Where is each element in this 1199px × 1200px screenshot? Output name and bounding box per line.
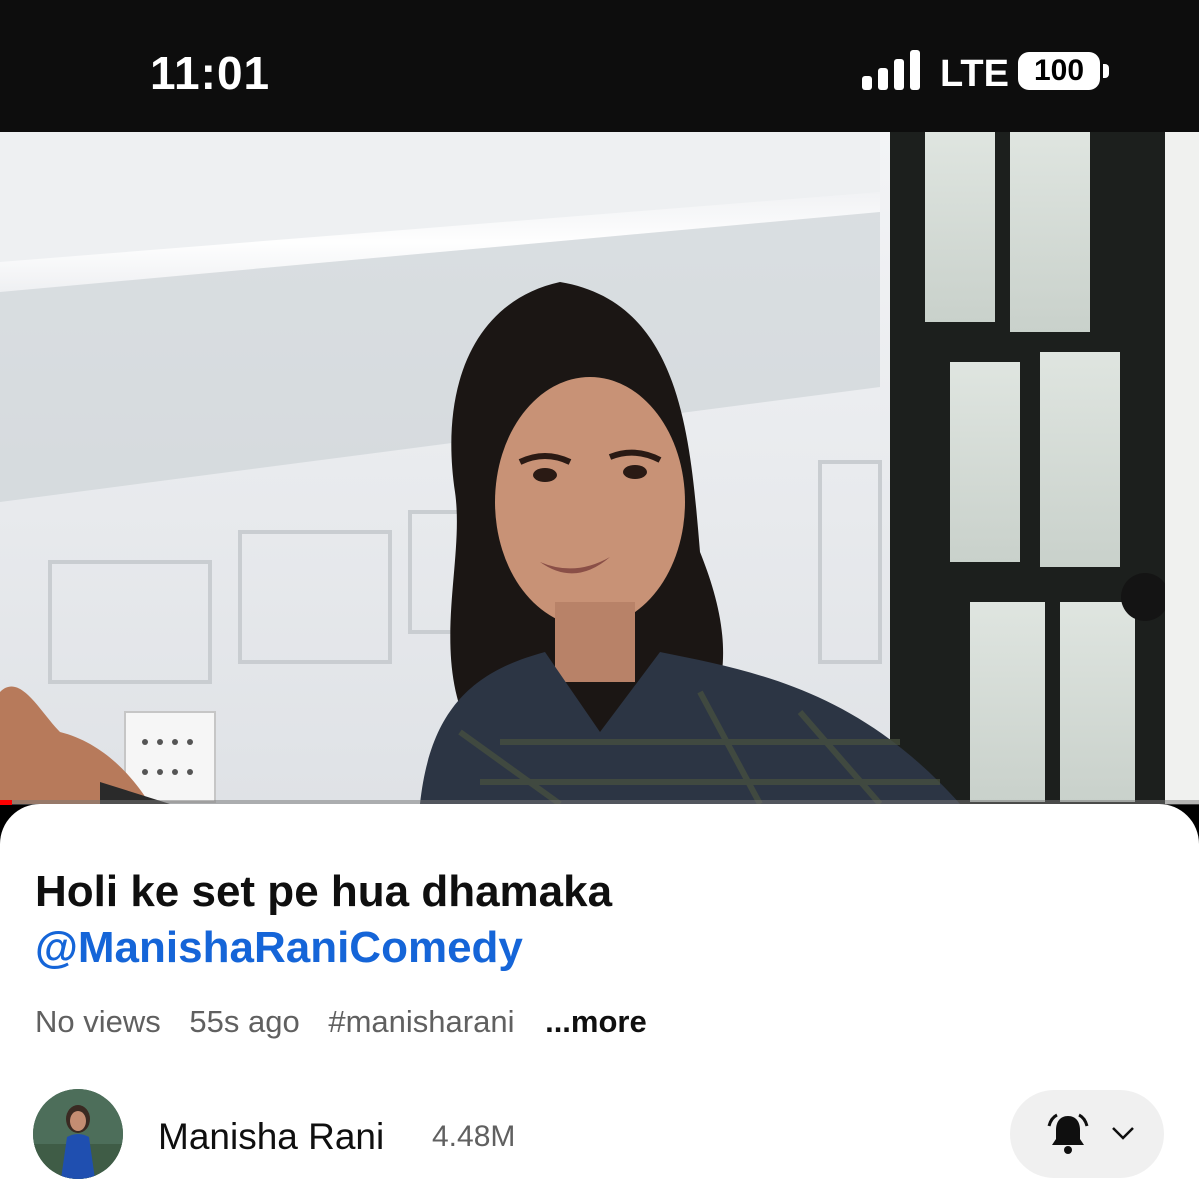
chevron-down-icon (1112, 1127, 1134, 1140)
avatar-image (33, 1089, 123, 1179)
bell-icon (1047, 1113, 1089, 1154)
battery-icon: 100 (1018, 52, 1100, 90)
avatar[interactable] (33, 1089, 123, 1179)
subscription-button[interactable] (1010, 1090, 1164, 1178)
upload-age: 55s ago (189, 1004, 300, 1039)
battery-tip (1103, 64, 1109, 78)
status-time: 11:01 (150, 47, 271, 99)
channel-name[interactable]: Manisha Rani (158, 1116, 384, 1158)
video-meta: No views 55s ago #manisharani ...more (35, 1004, 667, 1040)
progress-fill (0, 800, 12, 805)
cellular-signal-icon (862, 50, 920, 90)
video-frame (0, 132, 1199, 804)
video-title: Holi ke set pe hua dhamaka @ManishaRaniC… (35, 864, 1155, 976)
channel-mention-link[interactable]: @ManishaRaniComedy (35, 920, 1155, 976)
view-count: No views (35, 1004, 161, 1039)
video-info-panel: Holi ke set pe hua dhamaka @ManishaRaniC… (0, 804, 1199, 1200)
hashtag-link[interactable]: #manisharani (328, 1004, 514, 1039)
video-player[interactable] (0, 132, 1199, 804)
network-type: LTE (940, 53, 1009, 95)
subscriber-count: 4.48M (432, 1120, 516, 1153)
video-title-text: Holi ke set pe hua dhamaka (35, 867, 613, 916)
status-bar: 11:01 LTE 100 (0, 0, 1199, 132)
more-button[interactable]: ...more (545, 1004, 647, 1039)
channel-row[interactable]: Manisha Rani 4.48M (0, 1084, 1199, 1184)
battery-level: 100 (1033, 54, 1085, 87)
